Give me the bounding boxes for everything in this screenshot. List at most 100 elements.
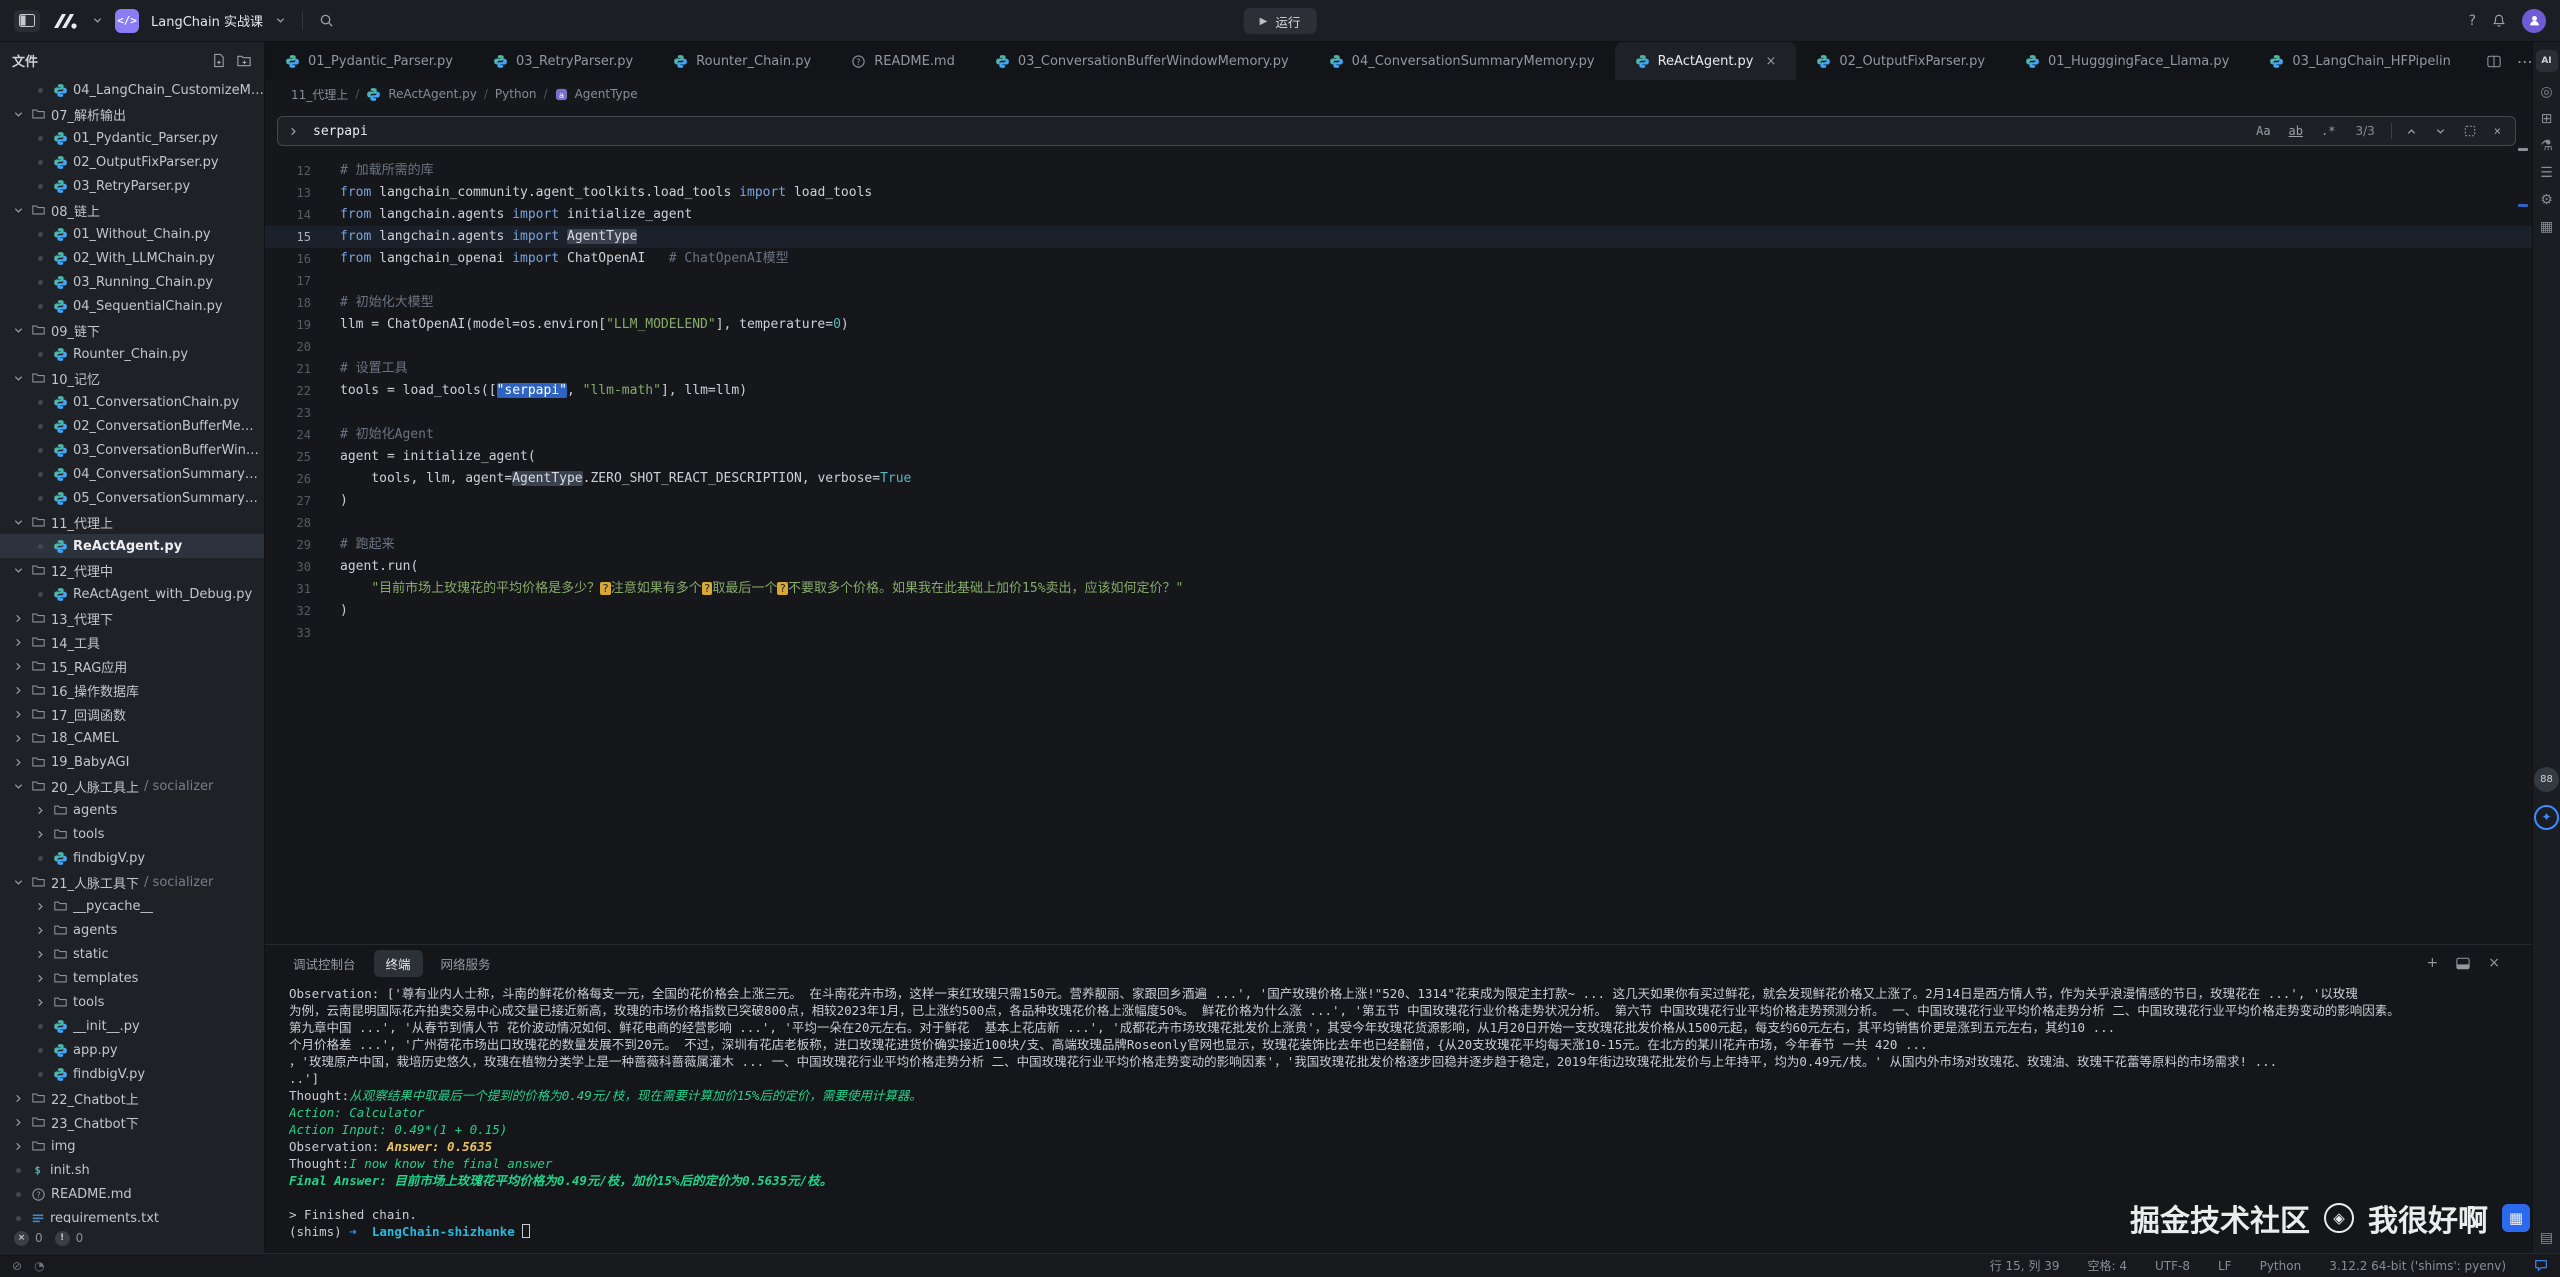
tree-item-19_babyagi[interactable]: 19_BabyAGI <box>0 750 264 774</box>
tree-item-findbigv-py[interactable]: findbigV.py <box>0 846 264 870</box>
chevron-right-icon[interactable] <box>32 997 48 1008</box>
close-icon[interactable]: × <box>1766 54 1777 69</box>
tree-item-14_-[interactable]: 14_工具 <box>0 630 264 654</box>
code-line-22[interactable]: 22tools = load_tools(["serpapi", "llm-ma… <box>265 380 2532 402</box>
tree-item-12_-[interactable]: 12_代理中 <box>0 558 264 582</box>
tree-item-02_with_llmchain-py[interactable]: 02_With_LLMChain.py <box>0 246 264 270</box>
tree-item-agents[interactable]: agents <box>0 918 264 942</box>
tree-item-reactagent_with_debug-py[interactable]: ReActAgent_with_Debug.py <box>0 582 264 606</box>
tree-item-img[interactable]: img <box>0 1134 264 1158</box>
bell-icon[interactable] <box>2492 13 2506 28</box>
tree-item-04_langchain_customizemod-[interactable]: 04_LangChain_CustomizeMod... <box>0 78 264 102</box>
help-icon[interactable]: ? <box>2469 13 2476 29</box>
panel-layout-icon[interactable]: ▤ <box>2540 1231 2553 1245</box>
code-line-14[interactable]: 14from langchain.agents import initializ… <box>265 204 2532 226</box>
find-bar[interactable]: serpapi Aa ab .* 3/3 × <box>277 116 2516 146</box>
chevron-right-icon[interactable] <box>288 126 299 137</box>
regex-icon[interactable]: .* <box>2317 122 2339 140</box>
match-case-icon[interactable]: Aa <box>2252 122 2274 140</box>
code-line-29[interactable]: 29# 跑起来 <box>265 534 2532 556</box>
tree-item-04_sequentialchain-py[interactable]: 04_SequentialChain.py <box>0 294 264 318</box>
split-editor-icon[interactable] <box>2487 55 2501 68</box>
chevron-right-icon[interactable] <box>10 1093 26 1104</box>
tree-item-20_-[interactable]: 20_人脉工具上 / socializer <box>0 774 264 798</box>
code-line-13[interactable]: 13from langchain_community.agent_toolkit… <box>265 182 2532 204</box>
find-in-selection-icon[interactable] <box>2460 123 2480 139</box>
new-folder-icon[interactable] <box>236 53 252 68</box>
chevron-right-icon[interactable] <box>10 661 26 672</box>
tree-item-09_-[interactable]: 09_链下 <box>0 318 264 342</box>
chevron-right-icon[interactable] <box>10 637 26 648</box>
notifications-icon[interactable] <box>2534 1259 2548 1272</box>
tree-item-22_chatbot-[interactable]: 22_Chatbot上 <box>0 1086 264 1110</box>
chat-icon[interactable]: ⊞ <box>2541 112 2553 126</box>
status-sync-icon[interactable]: ◔ <box>34 1259 44 1273</box>
tree-item-agents[interactable]: agents <box>0 798 264 822</box>
search-icon[interactable] <box>319 13 334 28</box>
breadcrumb-item[interactable]: AgentType <box>575 87 638 101</box>
code-line-27[interactable]: 27) <box>265 490 2532 512</box>
status-item[interactable]: LF <box>2218 1259 2232 1273</box>
chevron-right-icon[interactable] <box>32 901 48 912</box>
tree-item-18_camel[interactable]: 18_CAMEL <box>0 726 264 750</box>
status-item[interactable]: 3.12.2 64-bit ('shims': pyenv) <box>2329 1259 2506 1273</box>
panel-tab-网络服务[interactable]: 网络服务 <box>429 950 503 977</box>
tree-item-07_-[interactable]: 07_解析输出 <box>0 102 264 126</box>
chevron-right-icon[interactable] <box>32 949 48 960</box>
tree-item-__pycache__[interactable]: __pycache__ <box>0 894 264 918</box>
tree-item-08_-[interactable]: 08_链上 <box>0 198 264 222</box>
status-remote-icon[interactable]: ⊘ <box>12 1259 22 1273</box>
chevron-right-icon[interactable] <box>10 1141 26 1152</box>
tab-rounter_chain-py[interactable]: Rounter_Chain.py <box>653 42 831 80</box>
code-line-24[interactable]: 24# 初始化Agent <box>265 424 2532 446</box>
chevron-down-icon[interactable] <box>275 15 286 26</box>
tree-item-requirements-txt[interactable]: requirements.txt <box>0 1206 264 1223</box>
whole-word-icon[interactable]: ab <box>2285 122 2307 140</box>
tab-04_conversationsummarymemory-py[interactable]: 04_ConversationSummaryMemory.py <box>1309 42 1615 80</box>
tree-item-16_-[interactable]: 16_操作数据库 <box>0 678 264 702</box>
tree-item-05_conversationsummarybuff-[interactable]: 05_ConversationSummaryBuff... <box>0 486 264 510</box>
chevron-right-icon[interactable] <box>32 973 48 984</box>
close-panel-icon[interactable]: × <box>2488 955 2500 971</box>
avatar[interactable] <box>2522 9 2546 33</box>
outline-icon[interactable]: ☰ <box>2540 166 2553 180</box>
chevron-right-icon[interactable] <box>10 757 26 768</box>
tab-readme-md[interactable]: ?README.md <box>831 42 975 80</box>
app-logo-icon[interactable] <box>52 12 80 30</box>
code-line-30[interactable]: 30agent.run( <box>265 556 2532 578</box>
code-line-16[interactable]: 16from langchain_openai import ChatOpenA… <box>265 248 2532 270</box>
status-item[interactable]: UTF-8 <box>2155 1259 2190 1273</box>
tree-item-23_chatbot-[interactable]: 23_Chatbot下 <box>0 1110 264 1134</box>
chevron-right-icon[interactable] <box>32 829 48 840</box>
tree-item-03_conversationbufferwindo-[interactable]: 03_ConversationBufferWindo... <box>0 438 264 462</box>
project-icon[interactable]: </> <box>115 9 139 33</box>
ai-assistant-icon[interactable]: AI <box>2536 50 2558 72</box>
breadcrumb-item[interactable]: 11_代理上 <box>291 86 348 103</box>
new-terminal-icon[interactable]: + <box>2427 955 2439 971</box>
code-lines[interactable]: 12# 加载所需的库13from langchain_community.age… <box>265 160 2532 644</box>
prev-match-icon[interactable] <box>2402 124 2421 139</box>
problems-footer[interactable]: × 0 ! 0 <box>0 1223 264 1253</box>
code-line-26[interactable]: 26 tools, llm, agent=AgentType.ZERO_SHOT… <box>265 468 2532 490</box>
tree-item-03_retryparser-py[interactable]: 03_RetryParser.py <box>0 174 264 198</box>
status-item[interactable]: Python <box>2260 1259 2302 1273</box>
status-item[interactable]: 行 15, 列 39 <box>1990 1257 2060 1274</box>
panel-tab-调试控制台[interactable]: 调试控制台 <box>281 950 368 977</box>
chevron-down-icon[interactable] <box>92 15 103 26</box>
status-item[interactable]: 空格: 4 <box>2088 1257 2128 1274</box>
chevron-down-icon[interactable] <box>10 205 26 216</box>
chevron-down-icon[interactable] <box>10 877 26 888</box>
tree-item-findbigv-py[interactable]: findbigV.py <box>0 1062 264 1086</box>
tree-item-readme-md[interactable]: ?README.md <box>0 1182 264 1206</box>
more-actions-icon[interactable]: ⋯ <box>2517 52 2532 71</box>
chevron-right-icon[interactable] <box>32 805 48 816</box>
tree-item-02_outputfixparser-py[interactable]: 02_OutputFixParser.py <box>0 150 264 174</box>
code-line-32[interactable]: 32) <box>265 600 2532 622</box>
chevron-down-icon[interactable] <box>10 109 26 120</box>
code-line-15[interactable]: 15from langchain.agents import AgentType <box>265 226 2532 248</box>
code-line-19[interactable]: 19llm = ChatOpenAI(model=os.environ["LLM… <box>265 314 2532 336</box>
chevron-right-icon[interactable] <box>10 685 26 696</box>
chevron-right-icon[interactable] <box>10 613 26 624</box>
tree-item-tools[interactable]: tools <box>0 990 264 1014</box>
chevron-down-icon[interactable] <box>10 565 26 576</box>
